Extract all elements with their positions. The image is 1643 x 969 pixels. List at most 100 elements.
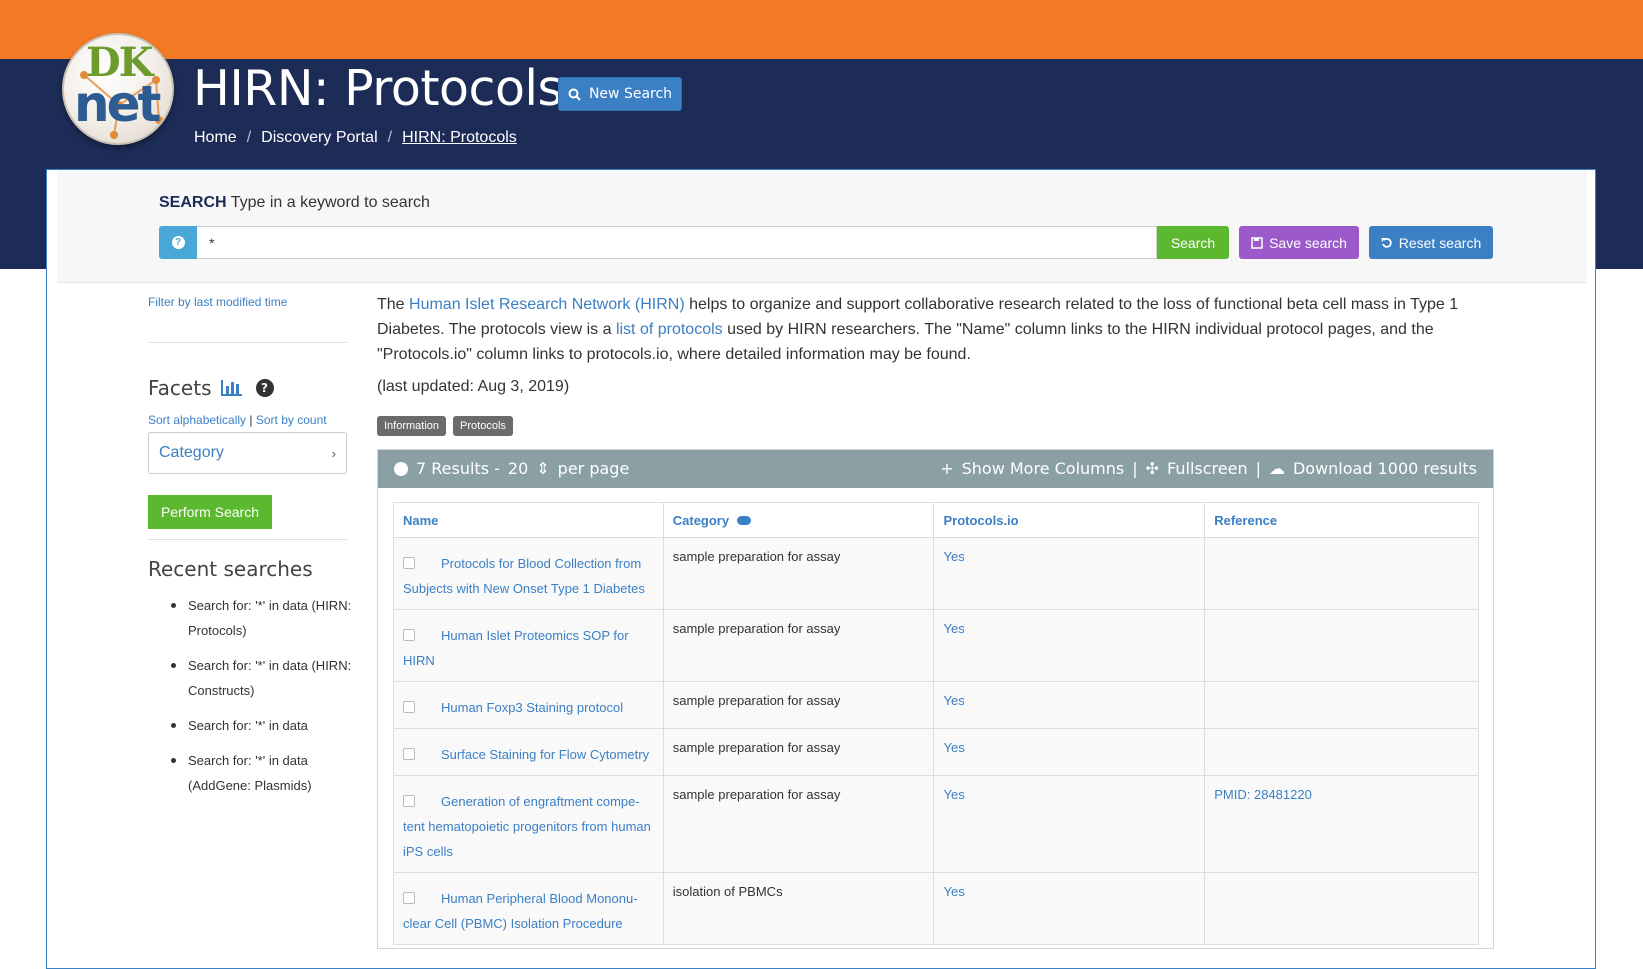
cell-name: Human Islet Proteomics SOP for HIRN [393,609,664,682]
row-checkbox[interactable] [403,795,415,807]
sort-separator: | [249,413,253,427]
breadcrumb-current[interactable]: HIRN: Protocols [402,129,517,147]
table-row: Human Peripheral Blood Mononu-clear Cell… [393,872,1479,945]
toolbar-separator: | [1132,459,1138,478]
column-header-category-label: Category [672,512,730,528]
last-updated: (last updated: Aug 3, 2019) [377,378,570,395]
breadcrumb-discovery-portal[interactable]: Discovery Portal [261,129,377,147]
sort-arrows-icon[interactable]: ⇕ [536,459,549,478]
column-header-reference[interactable]: Reference [1204,502,1479,538]
search-zone: SEARCH Type in a keyword to search ? Sea… [57,170,1587,283]
question-circle-icon: ? [171,236,185,249]
cell-protocols-io-link[interactable]: Yes [933,775,1206,873]
breadcrumb-separator: / [387,129,393,146]
perform-search-button[interactable]: Perform Search [148,495,272,529]
table-row: Surface Staining for Flow Cytometry samp… [393,728,1479,776]
cell-reference [1204,609,1479,682]
search-help-button[interactable]: ? [159,226,197,259]
cell-protocols-io-link[interactable]: Yes [933,728,1206,776]
table-row: Protocols for Blood Collection from Subj… [393,537,1479,610]
table-row: Human Foxp3 Staining protocol sample pre… [393,681,1479,729]
plus-icon: + [940,459,954,478]
save-search-button[interactable]: Save search [1239,226,1359,259]
recent-searches-list: Search for: '*' in data (HIRN: Protocols… [171,593,358,808]
cell-reference [1204,681,1479,729]
protocol-name-link[interactable]: Human Peripheral Blood Mononu-clear Cell… [403,891,638,931]
recent-search-item[interactable]: Search for: '*' in data (HIRN: Construct… [171,653,358,703]
protocol-name-link[interactable]: Human Foxp3 Staining protocol [441,700,623,715]
new-search-label: New Search [588,86,673,102]
row-checkbox[interactable] [403,629,415,641]
breadcrumb-separator: / [246,129,252,146]
search-input[interactable] [197,226,1157,259]
save-search-label: Save search [1269,234,1347,251]
tag-protocols[interactable]: Protocols [453,416,513,436]
protocols-list-link[interactable]: list of protocols [616,321,723,338]
protocol-name-link[interactable]: Protocols for Blood Collection from Subj… [403,556,645,596]
hirn-link[interactable]: Human Islet Research Network (HIRN) [409,296,685,313]
cell-reference-link[interactable]: PMID: 28481220 [1204,775,1479,873]
table-header-row: Name Category Protocols.io Reference [393,502,1479,538]
cell-category: sample preparation for assay [662,537,935,610]
dknet-logo[interactable]: DK net [62,33,174,145]
fullscreen-icon: ✣ [1145,459,1160,478]
row-checkbox[interactable] [403,892,415,904]
row-checkbox[interactable] [403,748,415,760]
cell-name: Human Foxp3 Staining protocol [393,681,664,729]
reset-search-label: Reset search [1398,234,1482,251]
protocol-name-link[interactable]: Surface Staining for Flow Cytometry [441,747,649,762]
cell-reference [1204,872,1479,945]
row-checkbox[interactable] [403,557,415,569]
cell-protocols-io-link[interactable]: Yes [933,537,1206,610]
search-label-hint: Type in a keyword to search [230,194,430,211]
results-count: 7 Results - [416,459,500,478]
show-more-columns-button[interactable]: Show More Columns [962,459,1125,478]
per-page-select[interactable]: 20 [508,459,528,478]
recent-search-item[interactable]: Search for: '*' in data (AddGene: Plasmi… [171,748,358,798]
undo-icon [1381,237,1392,248]
cell-category: sample preparation for assay [662,681,935,729]
search-icon [568,88,581,101]
facets-help-icon[interactable]: ? [255,379,274,397]
cell-category: sample preparation for assay [662,775,935,873]
cell-protocols-io-link[interactable]: Yes [933,872,1206,945]
search-button[interactable]: Search [1157,226,1229,259]
new-search-button[interactable]: New Search [558,77,682,111]
download-results-button[interactable]: Download 1000 results [1293,459,1477,478]
sort-by-count-link[interactable]: Sort by count [256,413,327,427]
fullscreen-button[interactable]: Fullscreen [1167,459,1248,478]
recent-search-item[interactable]: Search for: '*' in data (HIRN: Protocols… [171,593,358,643]
protocol-name-link[interactable]: Generation of engraftment compe-tent hem… [403,794,651,859]
results-info: 7 Results - 20 ⇕ per page [394,459,629,478]
results-panel: 7 Results - 20 ⇕ per page + Show More Co… [377,449,1494,949]
protocol-name-link[interactable]: Human Islet Proteomics SOP for HIRN [403,628,629,668]
bar-chart-icon[interactable] [220,380,242,396]
results-actions: + Show More Columns | ✣ Fullscreen | ☁ D… [940,459,1477,478]
cell-protocols-io-link[interactable]: Yes [933,681,1206,729]
cloud-icon[interactable] [737,515,752,525]
recent-searches-title: Recent searches [148,557,313,581]
sort-alphabetically-link[interactable]: Sort alphabetically [148,413,246,427]
category-facet-label: Category [159,444,224,461]
column-header-category[interactable]: Category [662,502,935,538]
results-toolbar: 7 Results - 20 ⇕ per page + Show More Co… [378,450,1493,488]
cloud-download-icon: ☁ [1268,459,1285,478]
cell-reference [1204,537,1479,610]
reset-search-button[interactable]: Reset search [1369,226,1493,259]
cell-name: Generation of engraftment compe-tent hem… [393,775,664,873]
row-checkbox[interactable] [403,701,415,713]
column-header-name[interactable]: Name [393,502,664,538]
per-page-label: per page [557,459,630,478]
category-facet[interactable]: Category › [148,432,347,474]
sidebar-divider [148,539,347,540]
recent-search-item[interactable]: Search for: '*' in data [171,713,358,738]
cell-name: Protocols for Blood Collection from Subj… [393,537,664,610]
column-header-protocols-io[interactable]: Protocols.io [933,502,1206,538]
cell-protocols-io-link[interactable]: Yes [933,609,1206,682]
filter-last-modified-link[interactable]: Filter by last modified time [148,295,287,309]
breadcrumb-home[interactable]: Home [194,129,237,147]
toolbar-separator: | [1255,459,1261,478]
cell-reference [1204,728,1479,776]
tag-information[interactable]: Information [377,416,447,436]
cell-category: sample preparation for assay [662,728,935,776]
